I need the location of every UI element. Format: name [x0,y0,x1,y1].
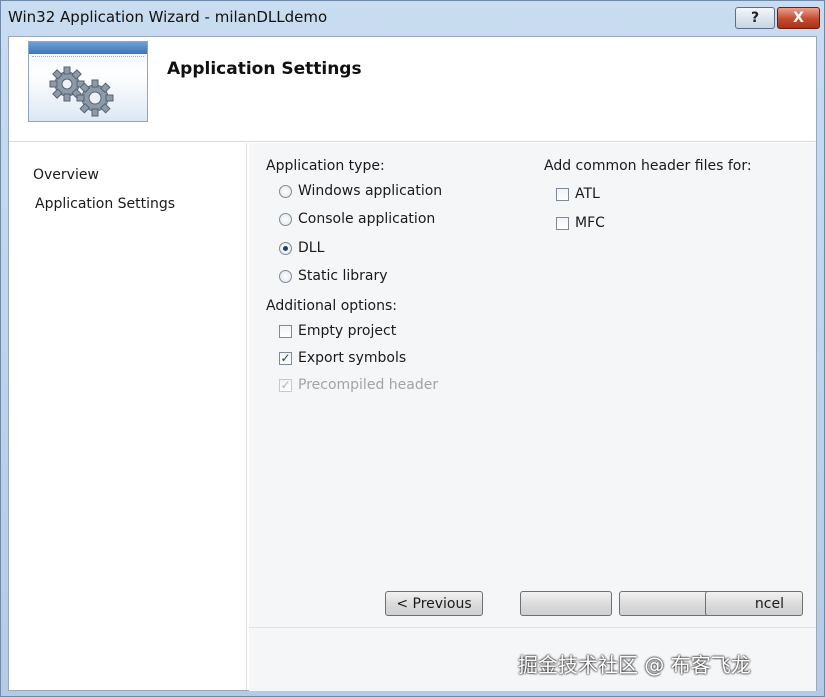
checkbox[interactable] [556,216,569,230]
checkbox-atl[interactable]: ATL [556,186,600,202]
close-button[interactable]: X [777,7,820,29]
radio-button[interactable] [279,184,292,198]
title-bar[interactable]: Win32 Application Wizard - milanDLLdemo … [1,1,824,35]
checkbox-precompiled-header: ✓ Precompiled header [279,377,438,393]
banner-menu-strip [29,42,147,54]
close-icon: X [793,10,804,26]
radio-label: Windows application [298,183,443,199]
checkbox[interactable] [556,187,569,201]
settings-panel: Application type: Windows application Co… [249,143,816,627]
radio-windows-application[interactable]: Windows application [279,183,442,199]
gears-banner-image [28,41,148,122]
header-files-label: Add common header files for: [544,158,752,174]
radio-button[interactable] [279,269,292,283]
help-button[interactable]: ? [735,7,775,29]
finish-button[interactable] [619,591,711,616]
wizard-banner: Application Settings [9,37,816,142]
next-button[interactable] [520,591,612,616]
watermark-text: 掘金技术社区 @ 布客飞龙 [518,653,751,677]
page-title: Application Settings [167,59,362,79]
radio-button[interactable] [279,212,292,226]
checkbox-label: MFC [575,215,605,231]
radio-label: Console application [298,211,436,227]
radio-static-library[interactable]: Static library [279,268,388,284]
checkbox-checked-disabled: ✓ [279,377,292,392]
application-type-label: Application type: [266,158,385,174]
additional-options-label: Additional options: [266,298,398,314]
radio-label: Static library [298,268,388,284]
checkbox-label: Empty project [298,323,397,339]
nav-item-application-settings[interactable]: Application Settings [35,196,175,212]
wizard-window: Win32 Application Wizard - milanDLLdemo … [0,0,825,697]
radio-dll[interactable]: DLL [279,240,324,256]
wizard-client-area: Application Settings Overview Applicatio… [8,36,817,691]
radio-button-selected[interactable] [279,241,292,255]
previous-button[interactable]: < Previous [385,591,483,616]
checkbox-empty-project[interactable]: Empty project [279,323,396,339]
radio-console-application[interactable]: Console application [279,211,435,227]
gears-icon [49,66,114,117]
cancel-button[interactable]: ncel [705,591,803,616]
radio-label: DLL [298,240,325,256]
window-title: Win32 Application Wizard - milanDLLdemo [8,8,328,26]
checkbox-mfc[interactable]: MFC [556,215,605,231]
checkbox-export-symbols[interactable]: ✓ Export symbols [279,350,406,366]
checkbox-label: ATL [575,186,600,202]
wizard-nav: Overview Application Settings [9,143,247,690]
checkbox[interactable] [279,324,292,338]
checkbox-label: Export symbols [298,350,407,366]
nav-item-overview[interactable]: Overview [33,167,99,183]
checkbox-label: Precompiled header [298,377,439,393]
checkbox-checked[interactable]: ✓ [279,351,292,365]
